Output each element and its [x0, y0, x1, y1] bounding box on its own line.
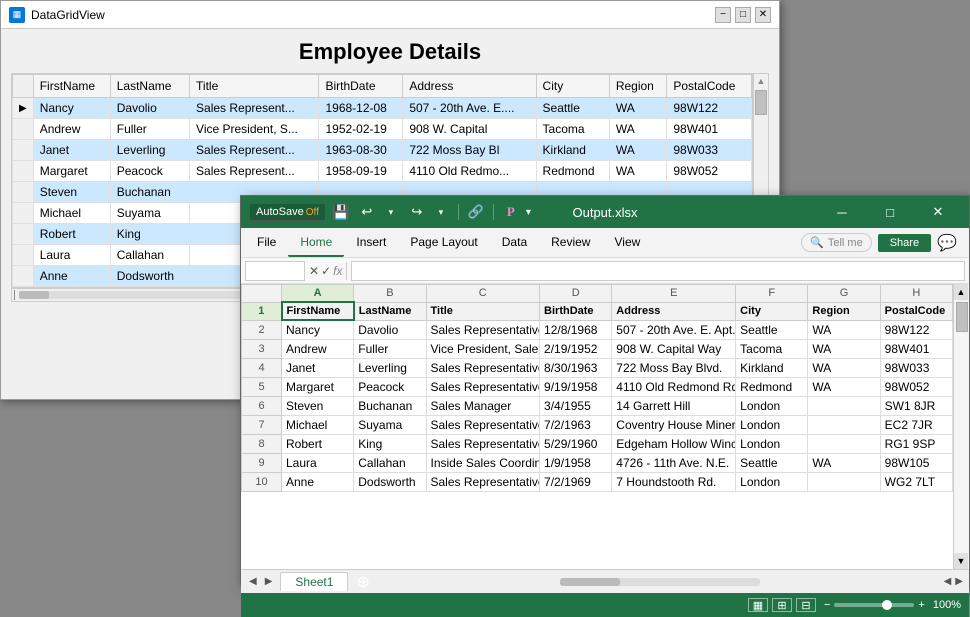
- formula-confirm-icon[interactable]: ✓: [321, 264, 331, 278]
- ribbon-tab-page-layout[interactable]: Page Layout: [398, 229, 489, 257]
- excel-spreadsheet: ABCDEFGH1FirstNameLastNameTitleBirthDate…: [241, 284, 953, 492]
- dgv-titlebar-left: ▦ DataGridView: [9, 7, 105, 23]
- pdf-icon[interactable]: P: [500, 201, 522, 223]
- dgv-title: DataGridView: [31, 8, 105, 22]
- cell-reference-box[interactable]: A1: [245, 261, 305, 281]
- add-sheet-button[interactable]: ⊕: [348, 572, 377, 592]
- excel-minimize-button[interactable]: ─: [819, 198, 865, 226]
- ribbon-tab-data[interactable]: Data: [490, 229, 539, 257]
- restore-button[interactable]: □: [735, 7, 751, 23]
- list-item[interactable]: 9LauraCallahanInside Sales Coordinator1/…: [242, 454, 953, 473]
- col-title: Title: [190, 75, 319, 98]
- autosave-state: Off: [306, 207, 319, 218]
- ribbon-tab-home[interactable]: Home: [288, 229, 344, 257]
- dgv-heading: Employee Details: [1, 29, 779, 73]
- list-item[interactable]: 5MargaretPeacockSales Representative9/19…: [242, 378, 953, 397]
- page-break-icon[interactable]: ⊟: [796, 598, 816, 612]
- formula-bar: A1 ✕ ✓ fx FirstName: [241, 258, 969, 284]
- col-region: Region: [609, 75, 667, 98]
- zoom-slider[interactable]: [834, 603, 914, 607]
- col-header-D[interactable]: D: [540, 285, 612, 303]
- page-layout-icon[interactable]: ⊞: [772, 598, 792, 612]
- minimize-button[interactable]: −: [715, 7, 731, 23]
- prev-sheet-icon[interactable]: ◀: [245, 576, 261, 587]
- col-header-E[interactable]: E: [612, 285, 736, 303]
- zoom-in-icon[interactable]: +: [918, 599, 924, 611]
- col-header-H[interactable]: H: [880, 285, 952, 303]
- table-row[interactable]: Andrew Fuller Vice President, S... 1952-…: [13, 119, 752, 140]
- sheet1-tab[interactable]: Sheet1: [280, 572, 348, 591]
- ribbon-tab-review[interactable]: Review: [539, 229, 602, 257]
- close-button[interactable]: ✕: [755, 7, 771, 23]
- zoom-bar: − + 100%: [824, 599, 961, 611]
- zoom-level: 100%: [933, 599, 961, 611]
- excel-ribbon: FileHomeInsertPage LayoutDataReviewView …: [241, 228, 969, 258]
- list-item[interactable]: 3AndrewFullerVice President, Sales2/19/1…: [242, 340, 953, 359]
- undo-dropdown-icon[interactable]: ▾: [380, 201, 402, 223]
- col-address: Address: [403, 75, 536, 98]
- excel-status-bar: ▦ ⊞ ⊟ − + 100%: [241, 593, 969, 617]
- col-firstname: FirstName: [33, 75, 110, 98]
- autosave-toggle[interactable]: AutoSave Off: [249, 203, 326, 221]
- col-city: City: [536, 75, 609, 98]
- list-item[interactable]: 10AnneDodsworthSales Representative7/2/1…: [242, 473, 953, 492]
- data-header-row: 1FirstNameLastNameTitleBirthDateAddressC…: [242, 302, 953, 320]
- zoom-out-icon[interactable]: −: [824, 599, 830, 611]
- table-row[interactable]: Janet Leverling Sales Represent... 1963-…: [13, 140, 752, 161]
- list-item[interactable]: 8RobertKingSales Representative5/29/1960…: [242, 435, 953, 454]
- excel-filename: Output.xlsx: [572, 205, 637, 220]
- table-row[interactable]: Margaret Peacock Sales Represent... 1958…: [13, 161, 752, 182]
- table-row[interactable]: ▶ Nancy Davolio Sales Represent... 1968-…: [13, 98, 752, 119]
- col-birthdate: BirthDate: [319, 75, 403, 98]
- ribbon-right: 🔍 Tell me Share 💬: [801, 233, 965, 253]
- ribbon-tab-view[interactable]: View: [602, 229, 652, 257]
- search-icon: 🔍: [810, 236, 824, 249]
- col-postalcode: PostalCode: [667, 75, 752, 98]
- excel-close-button[interactable]: ✕: [915, 198, 961, 226]
- share-button[interactable]: Share: [878, 234, 931, 252]
- ribbon-tab-insert[interactable]: Insert: [344, 229, 398, 257]
- ribbon-tab-file[interactable]: File: [245, 229, 288, 257]
- chain-icon[interactable]: 🔗: [465, 201, 487, 223]
- redo-icon[interactable]: ↪: [406, 201, 428, 223]
- redo-dropdown-icon[interactable]: ▾: [430, 201, 452, 223]
- next-sheet-icon[interactable]: ▶: [261, 576, 277, 587]
- save-icon[interactable]: 💾: [330, 201, 352, 223]
- undo-icon[interactable]: ↩: [356, 201, 378, 223]
- list-item[interactable]: 6StevenBuchananSales Manager3/4/195514 G…: [242, 397, 953, 416]
- col-header-C[interactable]: C: [426, 285, 540, 303]
- comment-icon[interactable]: 💬: [937, 233, 957, 253]
- formula-input[interactable]: FirstName: [351, 261, 965, 281]
- column-header-row: ABCDEFGH: [242, 285, 953, 303]
- vertical-scrollbar[interactable]: ▲ ▼: [953, 284, 969, 569]
- dgv-titlebar-controls: − □ ✕: [715, 7, 771, 23]
- dgv-titlebar: ▦ DataGridView − □ ✕: [1, 1, 779, 29]
- col-header-B[interactable]: B: [354, 285, 426, 303]
- excel-window-controls: ─ □ ✕: [819, 198, 961, 226]
- list-item[interactable]: 2NancyDavolioSales Representative12/8/19…: [242, 320, 953, 340]
- autosave-label: AutoSave: [256, 206, 304, 218]
- formula-cancel-icon[interactable]: ✕: [309, 264, 319, 278]
- col-header-F[interactable]: F: [736, 285, 808, 303]
- excel-restore-button[interactable]: □: [867, 198, 913, 226]
- tell-me-input[interactable]: Tell me: [828, 237, 863, 249]
- list-item[interactable]: 7MichaelSuyamaSales Representative7/2/19…: [242, 416, 953, 435]
- app-icon: ▦: [9, 7, 25, 23]
- formula-fx-icon[interactable]: fx: [333, 264, 342, 278]
- col-lastname: LastName: [110, 75, 189, 98]
- col-header-A[interactable]: A: [282, 285, 354, 303]
- excel-titlebar: AutoSave Off 💾 ↩ ▾ ↪ ▾ 🔗 P ▾ Output.xlsx…: [241, 196, 969, 228]
- view-icons: ▦ ⊞ ⊟: [748, 598, 816, 612]
- list-item[interactable]: 4JanetLeverlingSales Representative8/30/…: [242, 359, 953, 378]
- col-header-G[interactable]: G: [808, 285, 880, 303]
- excel-window: AutoSave Off 💾 ↩ ▾ ↪ ▾ 🔗 P ▾ Output.xlsx…: [240, 195, 970, 585]
- normal-view-icon[interactable]: ▦: [748, 598, 768, 612]
- status-right: ▦ ⊞ ⊟ − + 100%: [748, 598, 961, 612]
